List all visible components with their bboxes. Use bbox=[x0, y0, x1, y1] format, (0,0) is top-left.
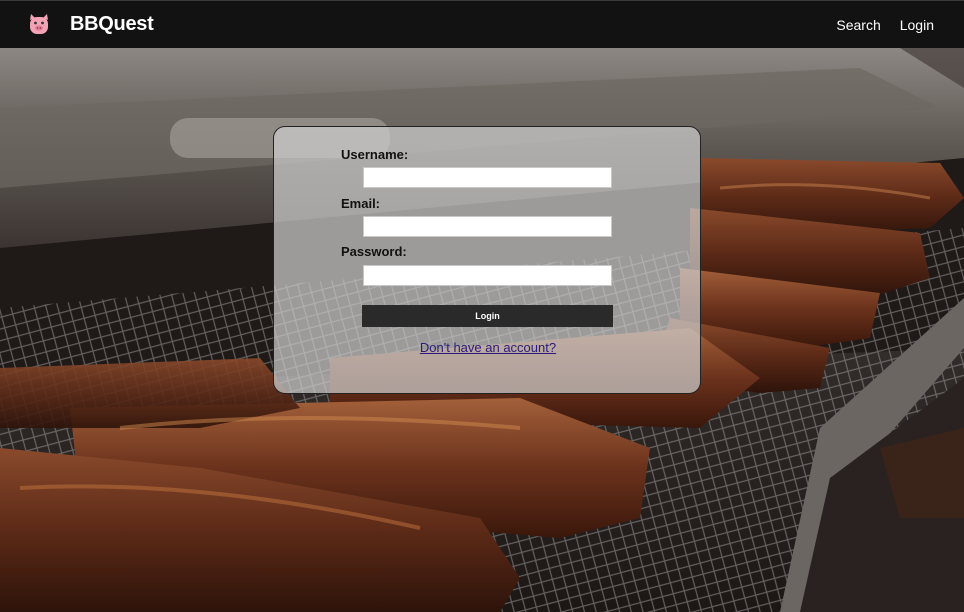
pig-icon bbox=[30, 14, 48, 34]
username-label: Username: bbox=[341, 147, 409, 162]
username-input[interactable] bbox=[363, 167, 612, 188]
email-label: Email: bbox=[341, 196, 381, 211]
password-label: Password: bbox=[341, 244, 407, 259]
nav-links: Search Login bbox=[836, 17, 934, 33]
nav-search-link[interactable]: Search bbox=[836, 17, 880, 33]
login-card: Username: Email: Password: Login Don't h… bbox=[273, 126, 701, 394]
brand[interactable]: BBQuest bbox=[26, 11, 154, 37]
signup-link[interactable]: Don't have an account? bbox=[274, 340, 702, 355]
login-submit-button[interactable]: Login bbox=[362, 305, 613, 327]
email-input[interactable] bbox=[363, 216, 612, 237]
top-navbar: BBQuest Search Login bbox=[0, 0, 964, 48]
brand-name: BBQuest bbox=[70, 12, 154, 35]
password-input[interactable] bbox=[363, 265, 612, 286]
nav-login-link[interactable]: Login bbox=[900, 17, 934, 33]
